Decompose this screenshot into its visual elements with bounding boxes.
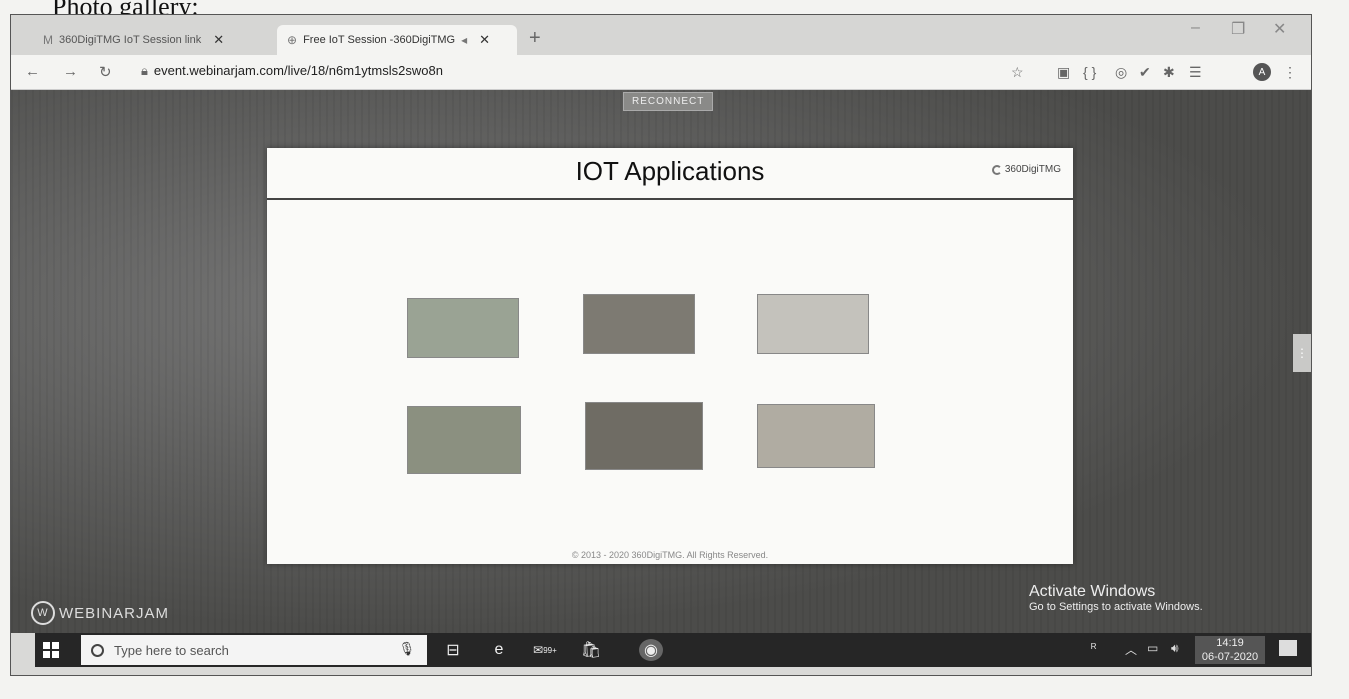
activate-title: Activate Windows — [1029, 583, 1156, 600]
smart-home-image — [757, 294, 869, 354]
playlist-icon[interactable]: ☰ — [1189, 64, 1202, 81]
healthcare-iot-image — [757, 404, 875, 468]
chevron-up-icon[interactable]: ︿ — [1125, 641, 1137, 658]
volume-icon[interactable]: 🔊︎ — [1171, 641, 1179, 656]
watermark-text: WEBINARJAM — [59, 604, 170, 622]
menu-icon[interactable]: ⋮ — [1283, 64, 1297, 81]
tab-gmail[interactable]: M 360DigiTMG IoT Session link ✕ — [33, 25, 273, 55]
industrial-iot-image — [585, 402, 703, 470]
minimize-icon[interactable]: – — [1191, 19, 1200, 37]
lock-icon: 🔒︎ — [141, 63, 148, 78]
avatar[interactable]: A — [1253, 63, 1271, 81]
task-view-icon[interactable]: ⊟ — [441, 639, 465, 661]
extension-circle-icon[interactable]: ◎ — [1115, 64, 1127, 81]
puzzle-icon[interactable]: ✱ — [1163, 64, 1175, 81]
search-icon — [91, 643, 104, 657]
screenshot-photo: M 360DigiTMG IoT Session link ✕ ⊕ Free I… — [10, 14, 1312, 676]
close-icon[interactable]: ✕ — [479, 32, 490, 48]
presentation-slide: IOT Applications 360DigiTMG © 2013 - 202… — [267, 148, 1073, 564]
microphone-icon[interactable]: 🎙︎ — [398, 641, 415, 657]
activate-windows-notice: Activate Windows Go to Settings to activ… — [1029, 583, 1203, 613]
title-divider — [267, 198, 1073, 200]
smart-watch-image — [583, 294, 695, 354]
checkmark-icon[interactable]: ✔ — [1139, 64, 1151, 81]
window-close-icon[interactable]: ✕ — [1273, 19, 1286, 39]
logo-text: 360DigiTMG — [1004, 164, 1061, 175]
clock-time: 14:19 — [1216, 637, 1244, 649]
slide-footer: © 2013 - 2020 360DigiTMG. All Rights Res… — [571, 550, 769, 560]
star-icon[interactable]: ☆ — [1011, 64, 1024, 81]
windows-taskbar: Type here to search 🎙︎ ⊟ e ✉ 99+ 🛍︎ ◉ ᴿ ︿… — [35, 633, 1311, 667]
taskbar-search[interactable]: Type here to search 🎙︎ — [81, 635, 427, 665]
slide-title: IOT Applications — [575, 156, 765, 186]
browser-tab-bar: M 360DigiTMG IoT Session link ✕ ⊕ Free I… — [11, 15, 1311, 55]
people-icon[interactable]: ᴿ — [1091, 641, 1096, 655]
maximize-icon[interactable]: ❐ — [1231, 19, 1245, 39]
webinar-stage: RECONNECT IOT Applications 360DigiTMG © … — [11, 90, 1311, 633]
search-placeholder: Type here to search — [114, 642, 229, 658]
reconnect-button[interactable]: RECONNECT — [623, 92, 714, 111]
battery-icon[interactable]: ▭ — [1147, 641, 1158, 655]
taskbar-clock[interactable]: 14:19 06-07-2020 — [1195, 636, 1265, 664]
url-text: event.webinarjam.com/live/18/n6m1ytmsls2… — [153, 63, 443, 78]
activate-subtitle: Go to Settings to activate Windows. — [1029, 601, 1203, 613]
gmail-icon: M — [43, 33, 53, 47]
mail-badge: 99+ — [543, 645, 557, 655]
edge-icon[interactable]: e — [487, 639, 511, 661]
webinarjam-watermark: W WEBINARJAM — [31, 601, 169, 625]
smart-city-image — [407, 298, 519, 358]
reload-icon[interactable]: ↻ — [99, 63, 112, 81]
start-button[interactable] — [43, 642, 59, 658]
cast-icon[interactable]: ▣ — [1057, 64, 1070, 81]
browser-toolbar: ← → ↻ 🔒︎ event.webinarjam.com/live/18/n6m… — [11, 55, 1311, 90]
store-icon[interactable]: 🛍︎ — [579, 639, 603, 661]
webinarjam-logo-icon: W — [31, 601, 55, 625]
tab-webinar[interactable]: ⊕ Free IoT Session -360DigiTMG ◂ ✕ — [277, 25, 517, 55]
notification-icon[interactable] — [1279, 640, 1297, 656]
new-tab-icon[interactable]: + — [529, 27, 541, 50]
mail-icon[interactable]: ✉ 99+ — [533, 639, 557, 661]
clock-date: 06-07-2020 — [1201, 651, 1259, 663]
back-icon[interactable]: ← — [25, 63, 40, 80]
brand-logo: 360DigiTMG — [991, 164, 1061, 175]
tab-label: Free IoT Session -360DigiTMG — [303, 34, 456, 46]
forward-icon[interactable]: → — [63, 63, 78, 80]
extension-code-icon[interactable]: { } — [1083, 64, 1096, 80]
smart-farming-image — [407, 406, 521, 474]
close-icon[interactable]: ✕ — [213, 32, 224, 48]
chrome-icon[interactable]: ◉ — [639, 639, 663, 661]
logo-icon — [991, 164, 1002, 175]
speaker-icon[interactable]: ◂ — [461, 33, 467, 47]
side-panel-handle[interactable]: ⋮ — [1293, 334, 1311, 372]
address-bar[interactable]: 🔒︎ event.webinarjam.com/live/18/n6m1ytmsl… — [141, 63, 443, 79]
webinarjam-icon: ⊕ — [287, 33, 298, 47]
tab-label: 360DigiTMG IoT Session link — [59, 34, 202, 46]
